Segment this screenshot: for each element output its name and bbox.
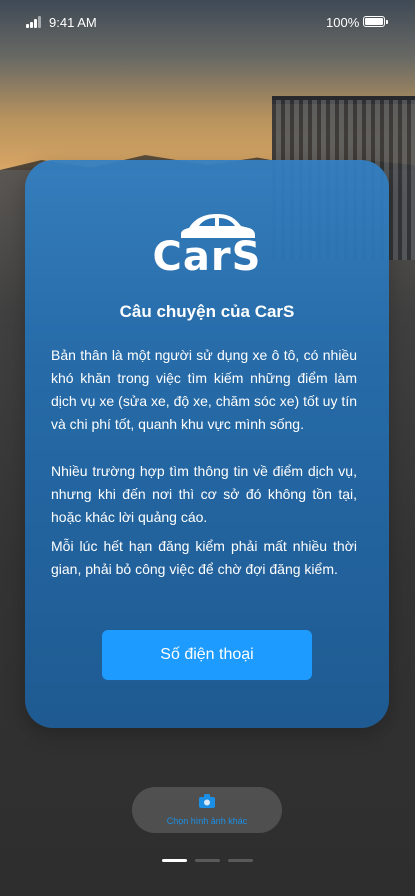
battery-percent: 100% — [326, 15, 360, 30]
story-paragraph-3: Mỗi lúc hết hạn đăng kiểm phải mất nhiều… — [51, 538, 357, 577]
page-dot-3[interactable] — [228, 859, 253, 862]
story-paragraph-2: Nhiều trường hợp tìm thông tin về điểm d… — [51, 463, 357, 525]
signal-icon — [26, 16, 42, 28]
page-dot-1[interactable] — [162, 859, 187, 862]
camera-icon — [199, 794, 215, 808]
svg-text:CarS: CarS — [153, 234, 262, 278]
phone-number-button[interactable]: Số điện thoại — [102, 630, 312, 680]
cars-logo: CarS — [153, 214, 262, 278]
page-indicator — [162, 859, 254, 862]
battery-icon — [363, 16, 388, 27]
story-card: CarS Câu chuyện của CarS Bản thân là một… — [25, 160, 389, 728]
story-paragraph-1: Bản thân là một người sử dụng xe ô tô, c… — [51, 347, 357, 432]
status-bar: 9:41 AM 100% — [0, 0, 415, 44]
change-image-label: Chọn hình ảnh khác — [166, 816, 248, 826]
page-dot-2[interactable] — [195, 859, 220, 862]
change-image-button[interactable]: Chọn hình ảnh khác — [132, 787, 282, 833]
card-title: Câu chuyện của CarS — [119, 302, 295, 321]
status-time: 9:41 AM — [49, 15, 97, 30]
